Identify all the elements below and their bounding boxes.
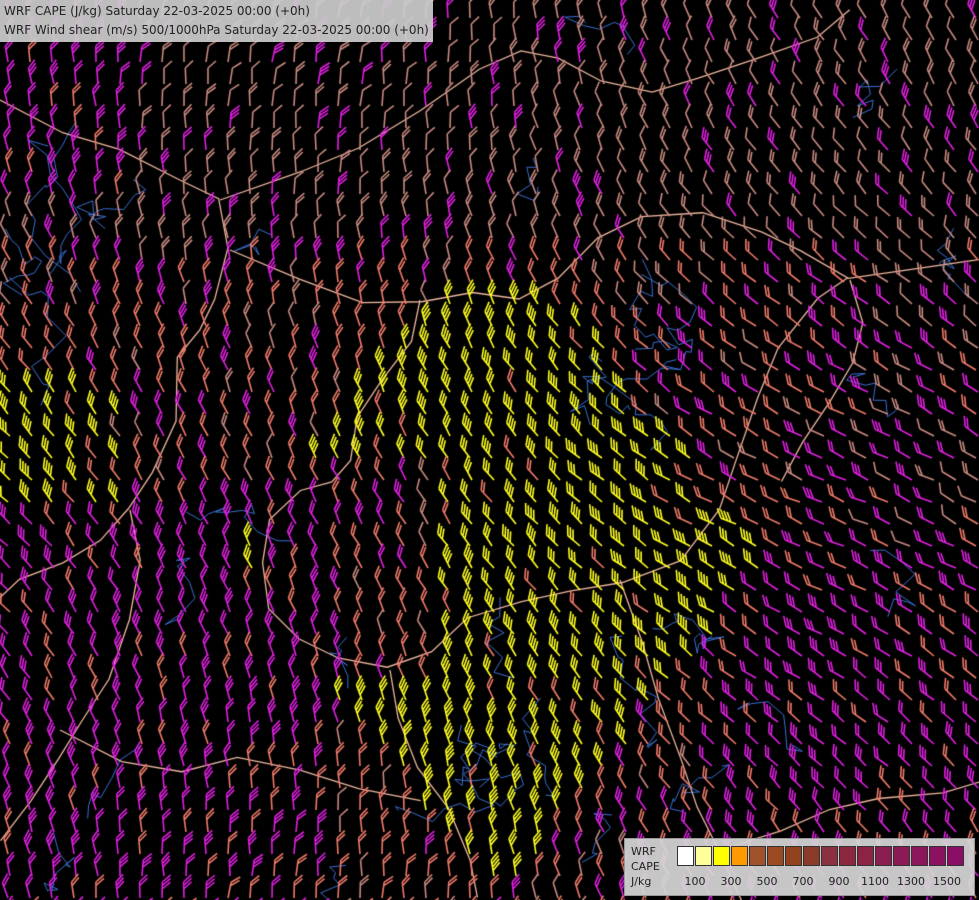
- legend-tick-label: 1500: [933, 875, 961, 888]
- legend-swatch: [911, 846, 928, 866]
- legend-swatch: [785, 846, 802, 866]
- legend-swatch: [875, 846, 892, 866]
- legend-swatch: [803, 846, 820, 866]
- legend-tick-label: 700: [792, 875, 814, 888]
- legend-swatch: [947, 846, 964, 866]
- legend-swatch: [839, 846, 856, 866]
- legend-swatch: [695, 846, 712, 866]
- legend-label-wrf: WRF: [631, 845, 656, 858]
- legend-tick-label: 300: [720, 875, 742, 888]
- legend-tick-label: 900: [828, 875, 850, 888]
- legend-tick-label: 1100: [861, 875, 889, 888]
- wind-shear-barb-map: [0, 0, 979, 900]
- wind-shear-title: WRF Wind shear (m/s) 500/1000hPa Saturda…: [4, 23, 429, 37]
- legend-swatch: [929, 846, 946, 866]
- legend-tick-label: 500: [756, 875, 778, 888]
- legend-label-cape: CAPE: [631, 860, 660, 873]
- cape-legend: WRF CAPE J/kg 100 300 500 700 900 1100 1300 150…: [624, 838, 975, 896]
- legend-swatch: [713, 846, 730, 866]
- legend-swatch: [893, 846, 910, 866]
- legend-tick-label: 1300: [897, 875, 925, 888]
- legend-swatch: [767, 846, 784, 866]
- legend-swatch: [821, 846, 838, 866]
- legend-swatch: [857, 846, 874, 866]
- map-title-box: WRF CAPE (J/kg) Saturday 22-03-2025 00:0…: [0, 0, 433, 42]
- legend-swatch: [677, 846, 694, 866]
- legend-label-unit: J/kg: [631, 875, 652, 888]
- legend-tick-label: 100: [684, 875, 706, 888]
- legend-swatch: [749, 846, 766, 866]
- legend-swatch: [731, 846, 748, 866]
- cape-title: WRF CAPE (J/kg) Saturday 22-03-2025 00:0…: [4, 4, 310, 18]
